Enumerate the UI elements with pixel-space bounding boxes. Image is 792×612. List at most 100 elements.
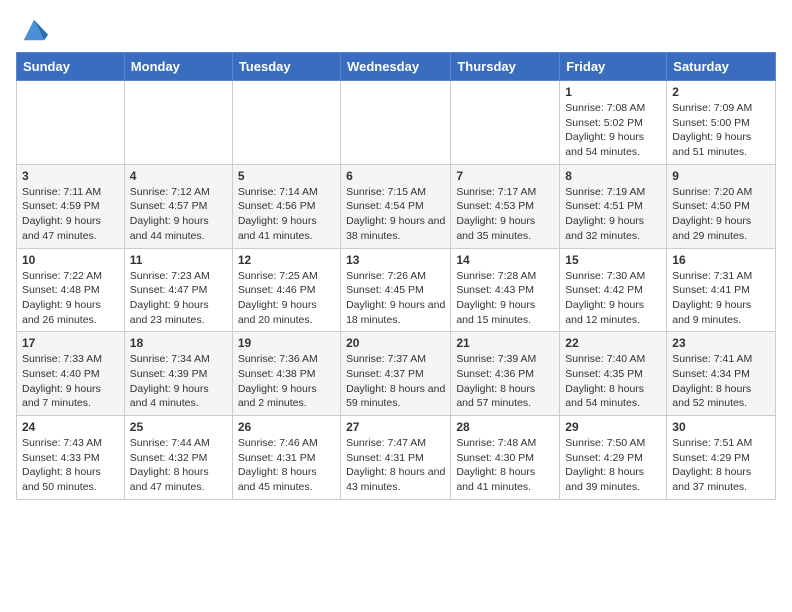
day-number: 8 (565, 169, 661, 183)
day-number: 19 (238, 336, 335, 350)
day-info: Sunrise: 7:23 AMSunset: 4:47 PMDaylight:… (130, 269, 227, 328)
calendar-body: 1Sunrise: 7:08 AMSunset: 5:02 PMDaylight… (17, 81, 776, 500)
day-info: Sunrise: 7:51 AMSunset: 4:29 PMDaylight:… (672, 436, 770, 495)
calendar-cell: 30 Sunrise: 7:51 AMSunset: 4:29 PMDayligh… (667, 416, 776, 500)
day-info: Sunrise: 7:19 AMSunset: 4:51 PMDaylight:… (565, 185, 661, 244)
calendar-cell: 11 Sunrise: 7:23 AMSunset: 4:47 PMDayligh… (124, 248, 232, 332)
calendar-week-4: 24 Sunrise: 7:43 AMSunset: 4:33 PMDayligh… (17, 416, 776, 500)
calendar-cell: 28 Sunrise: 7:48 AMSunset: 4:30 PMDayligh… (451, 416, 560, 500)
day-info: Sunrise: 7:50 AMSunset: 4:29 PMDaylight:… (565, 436, 661, 495)
day-info: Sunrise: 7:37 AMSunset: 4:37 PMDaylight:… (346, 352, 445, 411)
logo-icon (20, 16, 48, 44)
day-info: Sunrise: 7:36 AMSunset: 4:38 PMDaylight:… (238, 352, 335, 411)
day-number: 21 (456, 336, 554, 350)
calendar-cell: 13 Sunrise: 7:26 AMSunset: 4:45 PMDayligh… (341, 248, 451, 332)
calendar-cell: 10 Sunrise: 7:22 AMSunset: 4:48 PMDayligh… (17, 248, 125, 332)
day-number: 10 (22, 253, 119, 267)
calendar-cell (124, 81, 232, 165)
day-info: Sunrise: 7:40 AMSunset: 4:35 PMDaylight:… (565, 352, 661, 411)
day-info: Sunrise: 7:25 AMSunset: 4:46 PMDaylight:… (238, 269, 335, 328)
day-number: 20 (346, 336, 445, 350)
day-number: 23 (672, 336, 770, 350)
calendar-week-1: 3 Sunrise: 7:11 AMSunset: 4:59 PMDaylight… (17, 164, 776, 248)
day-number: 26 (238, 420, 335, 434)
day-info: Sunrise: 7:33 AMSunset: 4:40 PMDaylight:… (22, 352, 119, 411)
calendar-cell (341, 81, 451, 165)
day-info: Sunrise: 7:11 AMSunset: 4:59 PMDaylight:… (22, 185, 119, 244)
calendar-cell (17, 81, 125, 165)
day-number: 18 (130, 336, 227, 350)
day-number: 27 (346, 420, 445, 434)
calendar-cell (232, 81, 340, 165)
day-number: 7 (456, 169, 554, 183)
day-info: Sunrise: 7:46 AMSunset: 4:31 PMDaylight:… (238, 436, 335, 495)
calendar-cell: 19 Sunrise: 7:36 AMSunset: 4:38 PMDayligh… (232, 332, 340, 416)
calendar-cell: 25 Sunrise: 7:44 AMSunset: 4:32 PMDayligh… (124, 416, 232, 500)
calendar-cell: 21 Sunrise: 7:39 AMSunset: 4:36 PMDayligh… (451, 332, 560, 416)
weekday-header-wednesday: Wednesday (341, 53, 451, 81)
day-number: 5 (238, 169, 335, 183)
day-info: Sunrise: 7:43 AMSunset: 4:33 PMDaylight:… (22, 436, 119, 495)
day-number: 24 (22, 420, 119, 434)
calendar-cell: 8 Sunrise: 7:19 AMSunset: 4:51 PMDaylight… (560, 164, 667, 248)
day-info: Sunrise: 7:17 AMSunset: 4:53 PMDaylight:… (456, 185, 554, 244)
calendar-cell: 4 Sunrise: 7:12 AMSunset: 4:57 PMDaylight… (124, 164, 232, 248)
day-info: Sunrise: 7:47 AMSunset: 4:31 PMDaylight:… (346, 436, 445, 495)
calendar-cell: 3 Sunrise: 7:11 AMSunset: 4:59 PMDaylight… (17, 164, 125, 248)
calendar-cell: 1Sunrise: 7:08 AMSunset: 5:02 PMDaylight… (560, 81, 667, 165)
day-number: 16 (672, 253, 770, 267)
day-info: Sunrise: 7:14 AMSunset: 4:56 PMDaylight:… (238, 185, 335, 244)
day-info: Sunrise: 7:15 AMSunset: 4:54 PMDaylight:… (346, 185, 445, 244)
day-info: Sunrise: 7:48 AMSunset: 4:30 PMDaylight:… (456, 436, 554, 495)
day-info: Sunrise: 7:22 AMSunset: 4:48 PMDaylight:… (22, 269, 119, 328)
calendar-week-3: 17Sunrise: 7:33 AMSunset: 4:40 PMDayligh… (17, 332, 776, 416)
day-info: Sunrise: 7:34 AMSunset: 4:39 PMDaylight:… (130, 352, 227, 411)
weekday-header-saturday: Saturday (667, 53, 776, 81)
day-info: Sunrise: 7:39 AMSunset: 4:36 PMDaylight:… (456, 352, 554, 411)
day-info: Sunrise: 7:09 AMSunset: 5:00 PMDaylight:… (672, 101, 770, 160)
calendar-cell: 5 Sunrise: 7:14 AMSunset: 4:56 PMDaylight… (232, 164, 340, 248)
day-number: 22 (565, 336, 661, 350)
day-number: 25 (130, 420, 227, 434)
calendar-cell: 18 Sunrise: 7:34 AMSunset: 4:39 PMDayligh… (124, 332, 232, 416)
calendar-week-0: 1Sunrise: 7:08 AMSunset: 5:02 PMDaylight… (17, 81, 776, 165)
day-info: Sunrise: 7:26 AMSunset: 4:45 PMDaylight:… (346, 269, 445, 328)
day-number: 28 (456, 420, 554, 434)
weekday-row: SundayMondayTuesdayWednesdayThursdayFrid… (17, 53, 776, 81)
day-info: Sunrise: 7:31 AMSunset: 4:41 PMDaylight:… (672, 269, 770, 328)
day-number: 3 (22, 169, 119, 183)
calendar-cell: 6 Sunrise: 7:15 AMSunset: 4:54 PMDaylight… (341, 164, 451, 248)
day-number: 2 (672, 85, 770, 99)
day-info: Sunrise: 7:30 AMSunset: 4:42 PMDaylight:… (565, 269, 661, 328)
weekday-header-friday: Friday (560, 53, 667, 81)
day-number: 11 (130, 253, 227, 267)
day-info: Sunrise: 7:12 AMSunset: 4:57 PMDaylight:… (130, 185, 227, 244)
day-info: Sunrise: 7:20 AMSunset: 4:50 PMDaylight:… (672, 185, 770, 244)
day-info: Sunrise: 7:28 AMSunset: 4:43 PMDaylight:… (456, 269, 554, 328)
calendar-cell (451, 81, 560, 165)
calendar-cell: 16 Sunrise: 7:31 AMSunset: 4:41 PMDayligh… (667, 248, 776, 332)
calendar-cell: 9Sunrise: 7:20 AMSunset: 4:50 PMDaylight… (667, 164, 776, 248)
day-number: 14 (456, 253, 554, 267)
day-number: 30 (672, 420, 770, 434)
day-info: Sunrise: 7:41 AMSunset: 4:34 PMDaylight:… (672, 352, 770, 411)
calendar-cell: 26 Sunrise: 7:46 AMSunset: 4:31 PMDayligh… (232, 416, 340, 500)
weekday-header-sunday: Sunday (17, 53, 125, 81)
day-number: 13 (346, 253, 445, 267)
weekday-header-monday: Monday (124, 53, 232, 81)
day-number: 4 (130, 169, 227, 183)
calendar-cell: 24 Sunrise: 7:43 AMSunset: 4:33 PMDayligh… (17, 416, 125, 500)
calendar-cell: 2 Sunrise: 7:09 AMSunset: 5:00 PMDaylight… (667, 81, 776, 165)
page-header (16, 16, 776, 44)
weekday-header-thursday: Thursday (451, 53, 560, 81)
calendar-cell: 22 Sunrise: 7:40 AMSunset: 4:35 PMDayligh… (560, 332, 667, 416)
day-info: Sunrise: 7:44 AMSunset: 4:32 PMDaylight:… (130, 436, 227, 495)
calendar-cell: 15 Sunrise: 7:30 AMSunset: 4:42 PMDayligh… (560, 248, 667, 332)
calendar-cell: 27 Sunrise: 7:47 AMSunset: 4:31 PMDayligh… (341, 416, 451, 500)
day-number: 6 (346, 169, 445, 183)
calendar-cell: 17Sunrise: 7:33 AMSunset: 4:40 PMDayligh… (17, 332, 125, 416)
calendar-week-2: 10 Sunrise: 7:22 AMSunset: 4:48 PMDayligh… (17, 248, 776, 332)
logo (16, 16, 48, 44)
day-number: 12 (238, 253, 335, 267)
day-number: 15 (565, 253, 661, 267)
